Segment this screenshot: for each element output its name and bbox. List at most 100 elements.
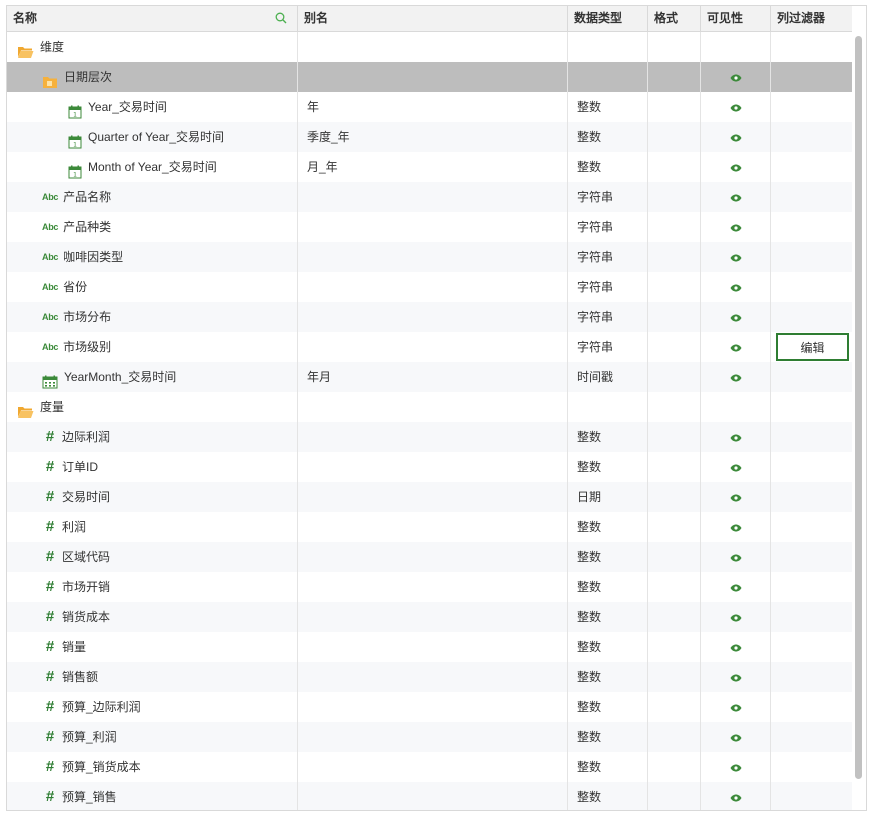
cell-alias[interactable] [298,602,568,632]
cell-column-filter[interactable] [771,362,852,392]
cell-column-filter[interactable] [771,752,852,782]
cell-data-type[interactable]: 整数 [568,572,648,602]
cell-visibility[interactable] [701,152,771,182]
cell-visibility[interactable] [701,62,771,92]
cell-format[interactable] [648,362,701,392]
cell-visibility[interactable] [701,632,771,662]
cell-format[interactable] [648,302,701,332]
eye-icon[interactable] [730,434,742,442]
table-row[interactable]: # 预算_边际利润 整数 [7,692,852,722]
cell-data-type[interactable]: 整数 [568,722,648,752]
cell-alias[interactable] [298,512,568,542]
cell-data-type[interactable]: 整数 [568,632,648,662]
cell-column-filter[interactable] [771,242,852,272]
cell-column-filter[interactable] [771,782,852,810]
cell-name[interactable]: # 销货成本 [7,602,298,632]
cell-format[interactable] [648,452,701,482]
table-row[interactable]: # 预算_销售 整数 [7,782,852,810]
cell-data-type[interactable]: 字符串 [568,272,648,302]
cell-name[interactable]: 1 Quarter of Year_交易时间 [7,122,298,152]
cell-visibility[interactable] [701,692,771,722]
cell-alias[interactable] [298,542,568,572]
cell-data-type[interactable]: 字符串 [568,332,648,362]
cell-format[interactable] [648,92,701,122]
header-data-type[interactable]: 数据类型 [568,6,648,31]
table-row[interactable]: # 市场开销 整数 [7,572,852,602]
cell-column-filter[interactable] [771,572,852,602]
table-row[interactable]: Abc 咖啡因类型 字符串 [7,242,852,272]
cell-data-type[interactable]: 字符串 [568,302,648,332]
cell-format[interactable] [648,182,701,212]
cell-data-type[interactable] [568,32,648,62]
cell-visibility[interactable] [701,452,771,482]
cell-column-filter[interactable] [771,302,852,332]
cell-column-filter[interactable] [771,272,852,302]
cell-format[interactable] [648,722,701,752]
cell-column-filter[interactable] [771,722,852,752]
table-row[interactable]: # 交易时间 日期 [7,482,852,512]
cell-data-type[interactable]: 整数 [568,452,648,482]
eye-icon[interactable] [730,674,742,682]
cell-alias[interactable]: 月_年 [298,152,568,182]
cell-format[interactable] [648,512,701,542]
search-icon[interactable] [275,12,287,24]
eye-icon[interactable] [730,254,742,262]
eye-icon[interactable] [730,284,742,292]
header-visibility[interactable]: 可见性 [701,6,771,31]
cell-data-type[interactable]: 整数 [568,662,648,692]
eye-icon[interactable] [730,314,742,322]
table-row[interactable]: YearMonth_交易时间 年月 时间戳 [7,362,852,392]
cell-alias[interactable] [298,182,568,212]
table-row[interactable]: # 预算_销货成本 整数 [7,752,852,782]
eye-icon[interactable] [730,74,742,82]
cell-column-filter[interactable] [771,122,852,152]
cell-visibility[interactable] [701,512,771,542]
eye-icon[interactable] [730,584,742,592]
cell-format[interactable] [648,392,701,422]
eye-icon[interactable] [730,194,742,202]
cell-data-type[interactable]: 整数 [568,602,648,632]
eye-icon[interactable] [730,764,742,772]
header-alias[interactable]: 别名 [298,6,568,31]
cell-column-filter[interactable] [771,92,852,122]
eye-icon[interactable] [730,614,742,622]
cell-name[interactable]: # 区域代码 [7,542,298,572]
cell-column-filter[interactable] [771,182,852,212]
cell-alias[interactable] [298,482,568,512]
cell-column-filter[interactable] [771,692,852,722]
cell-visibility[interactable] [701,212,771,242]
cell-format[interactable] [648,422,701,452]
cell-data-type[interactable]: 整数 [568,422,648,452]
header-column-filter[interactable]: 列过滤器 [771,6,852,31]
cell-name[interactable]: # 边际利润 [7,422,298,452]
table-row[interactable]: # 区域代码 整数 [7,542,852,572]
cell-format[interactable] [648,122,701,152]
cell-name[interactable]: # 预算_销货成本 [7,752,298,782]
table-row[interactable]: Abc 市场分布 字符串 [7,302,852,332]
cell-visibility[interactable] [701,392,771,422]
eye-icon[interactable] [730,134,742,142]
cell-data-type[interactable]: 时间戳 [568,362,648,392]
cell-column-filter[interactable] [771,452,852,482]
cell-visibility[interactable] [701,782,771,810]
cell-alias[interactable]: 年 [298,92,568,122]
edit-button[interactable]: 编辑 [776,333,849,361]
cell-name[interactable]: # 市场开销 [7,572,298,602]
cell-name[interactable]: YearMonth_交易时间 [7,362,298,392]
cell-alias[interactable] [298,422,568,452]
eye-icon[interactable] [730,344,742,352]
cell-name[interactable]: 1 Year_交易时间 [7,92,298,122]
cell-name[interactable]: Abc 省份 [7,272,298,302]
cell-visibility[interactable] [701,422,771,452]
table-row[interactable]: 1 Quarter of Year_交易时间 季度_年 整数 [7,122,852,152]
cell-visibility[interactable] [701,542,771,572]
cell-data-type[interactable]: 日期 [568,482,648,512]
cell-column-filter[interactable] [771,392,852,422]
cell-visibility[interactable] [701,752,771,782]
cell-column-filter[interactable] [771,632,852,662]
scrollbar-thumb[interactable] [855,36,862,779]
cell-data-type[interactable]: 字符串 [568,212,648,242]
table-row[interactable]: # 销售额 整数 [7,662,852,692]
table-row[interactable]: # 销货成本 整数 [7,602,852,632]
header-name[interactable]: 名称 [7,6,298,31]
